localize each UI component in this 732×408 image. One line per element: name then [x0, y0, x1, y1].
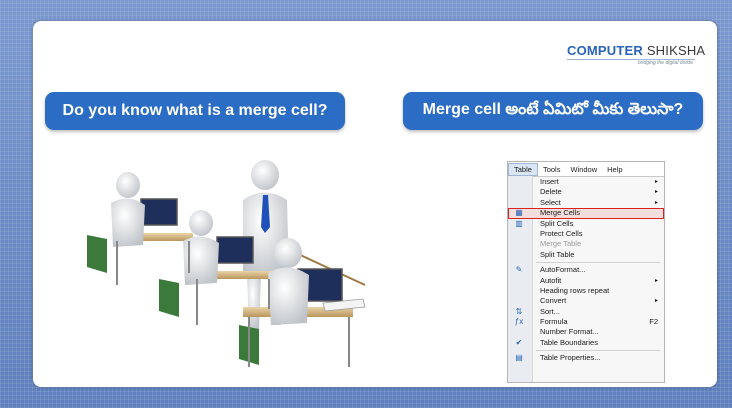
menu-bar-tools[interactable]: Tools: [538, 165, 566, 174]
menu-item-insert[interactable]: Insert ▸: [508, 177, 664, 187]
submenu-arrow-icon: ▸: [654, 277, 658, 284]
split-cells-icon: ▥: [515, 218, 523, 228]
computer-shiksha-logo: COMPUTER SHIKSHA bridging the digital di…: [559, 39, 705, 83]
classroom-illustration: [87, 160, 366, 367]
menu-item-convert[interactable]: Convert ▸: [508, 296, 664, 306]
telugu-question-banner: Merge cell అంటే ఏమిటో మీకు తెలుసా?: [403, 92, 703, 130]
shortcut-key: F2: [649, 317, 658, 327]
menu-item-number-format[interactable]: Number Format...: [508, 327, 664, 337]
menu-item-merge-cells[interactable]: ▦ Merge Cells: [508, 208, 664, 219]
menu-item-label: Split Cells: [540, 218, 574, 228]
table-menu: Table Tools Window Help Insert ▸ Delete ▸ Se…: [507, 161, 665, 383]
menu-item-split-table[interactable]: Split Table: [508, 250, 664, 260]
sort-icon: ⇅: [515, 306, 523, 316]
logo-brand: COMPUTER SHIKSHA: [567, 43, 706, 58]
submenu-arrow-icon: ▸: [654, 179, 658, 185]
formula-icon: ƒx: [514, 317, 524, 327]
menu-item-label: Insert: [540, 177, 559, 186]
menu-item-protect-cells[interactable]: Protect Cells: [508, 229, 664, 239]
menu-item-label: Convert: [540, 296, 567, 306]
menu-item-label: AutoFormat...: [540, 265, 586, 275]
slide: COMPUTER SHIKSHA bridging the digital di…: [33, 21, 717, 387]
menu-item-label: Table Boundaries: [540, 337, 598, 347]
submenu-arrow-icon: ▸: [654, 189, 658, 196]
menu-item-split-cells[interactable]: ▥ Split Cells: [508, 219, 664, 229]
menu-item-autofit[interactable]: Autofit ▸: [508, 276, 664, 286]
submenu-arrow-icon: ▸: [654, 298, 658, 305]
menu-item-label: Number Format...: [540, 327, 599, 337]
logo-tagline: bridging the digital divide: [637, 60, 693, 66]
autoformat-icon: ✎: [515, 265, 523, 275]
menu-item-label: Formula: [540, 317, 568, 327]
menu-item-label: Delete: [540, 187, 562, 197]
menu-item-select[interactable]: Select ▸: [508, 198, 664, 208]
menu-item-table-properties[interactable]: ▤ Table Properties...: [508, 353, 664, 363]
menu-item-formula[interactable]: ƒx Formula F2: [508, 317, 664, 327]
menu-bar: Table Tools Window Help: [508, 162, 664, 177]
table-properties-icon: ▤: [515, 353, 523, 363]
menu-bar-window[interactable]: Window: [565, 165, 602, 174]
menu-item-label: Merge Table: [540, 239, 582, 249]
menu-item-label: Split Table: [540, 249, 575, 259]
menu-item-label: Table Properties...: [540, 353, 601, 363]
menu-item-label: Select: [540, 197, 561, 207]
menu-item-sort[interactable]: ⇅ Sort...: [508, 307, 664, 317]
menu-item-heading-rows-repeat[interactable]: Heading rows repeat: [508, 286, 664, 296]
merge-cells-icon: ▦: [515, 208, 523, 218]
menu-item-label: Sort...: [540, 306, 561, 316]
menu-item-autoformat[interactable]: ✎ AutoFormat...: [508, 265, 664, 275]
menu-separator: [536, 350, 660, 352]
menu-items: Insert ▸ Delete ▸ Select ▸ ▦ Merge Cells ▥ Split …: [508, 177, 664, 364]
menu-item-table-boundaries[interactable]: ✔ Table Boundaries: [508, 338, 664, 348]
menu-separator: [536, 262, 660, 264]
menu-item-label: Protect Cells: [540, 228, 583, 238]
menu-bar-help[interactable]: Help: [602, 165, 627, 174]
menu-item-merge-table: Merge Table: [508, 239, 664, 249]
menu-item-label: Merge Cells: [540, 208, 581, 218]
menu-bar-table[interactable]: Table: [508, 162, 538, 176]
menu-item-label: Autofit: [540, 275, 562, 285]
english-question-banner: Do you know what is a merge cell?: [45, 92, 345, 130]
checkmark-icon: ✔: [515, 337, 523, 347]
submenu-arrow-icon: ▸: [654, 199, 658, 206]
menu-item-label: Heading rows repeat: [540, 285, 610, 295]
menu-item-delete[interactable]: Delete ▸: [508, 187, 664, 197]
